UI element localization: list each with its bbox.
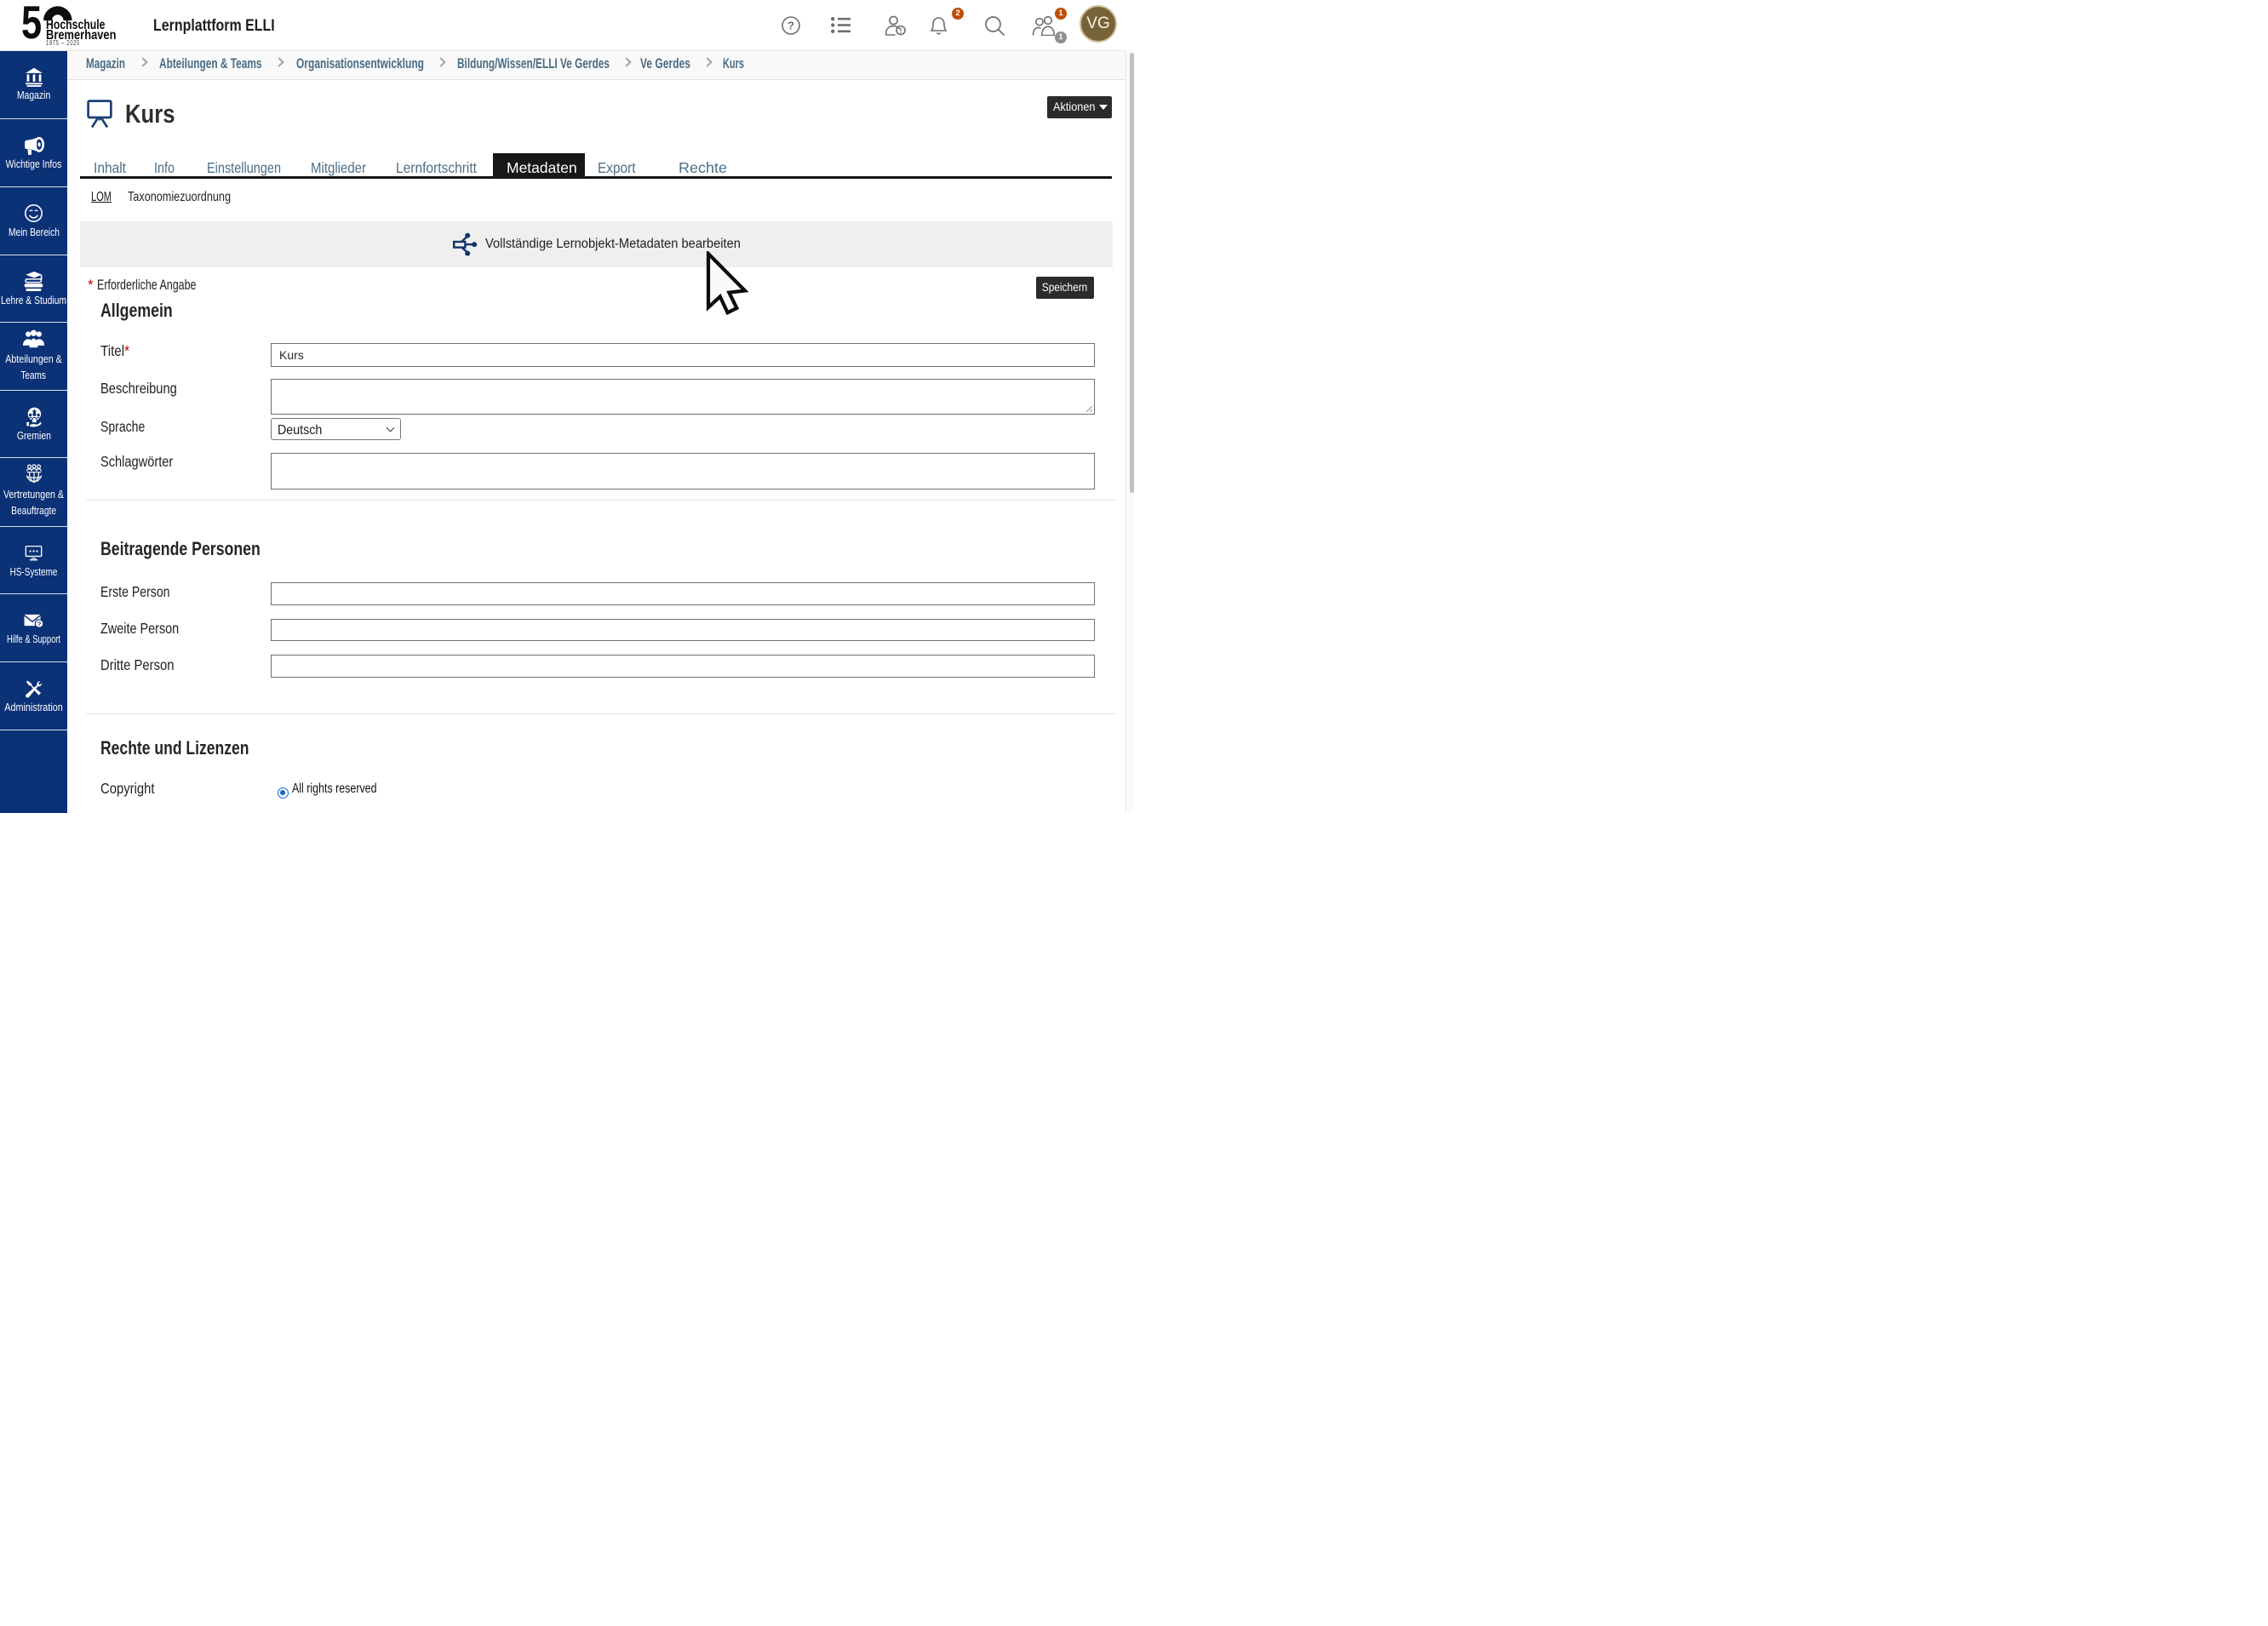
svg-text:?: ?	[788, 20, 794, 32]
svg-text:?: ?	[37, 620, 42, 627]
svg-text:!: !	[900, 26, 902, 35]
